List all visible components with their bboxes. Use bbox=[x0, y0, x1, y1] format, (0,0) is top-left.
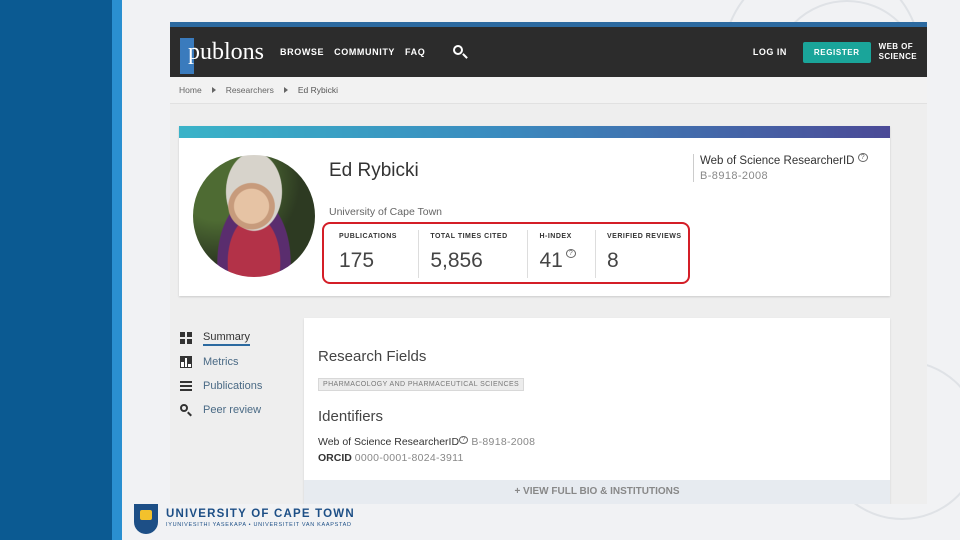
stat-h-index[interactable]: H-INDEX 41? bbox=[528, 230, 596, 278]
search-icon[interactable] bbox=[451, 43, 469, 61]
bar-chart-icon bbox=[180, 356, 192, 368]
avatar bbox=[193, 155, 315, 277]
browser-screenshot: publons BROWSE COMMUNITY FAQ LOG IN REGI… bbox=[170, 22, 927, 504]
sidenav-publications[interactable]: Publications bbox=[180, 374, 262, 398]
help-icon[interactable]: ? bbox=[565, 249, 576, 258]
breadcrumb-home[interactable]: Home bbox=[179, 85, 202, 95]
profile-card: Ed Rybicki University of Cape Town Web o… bbox=[179, 126, 890, 296]
breadcrumb-researchers[interactable]: Researchers bbox=[226, 85, 274, 95]
stat-verified-reviews[interactable]: VERIFIED REVIEWS 8 bbox=[596, 230, 688, 278]
stat-value: 5,856 bbox=[430, 249, 483, 272]
affiliation-link[interactable]: University of Cape Town bbox=[329, 206, 442, 218]
orcid-row: ORCID 0000-0001-8024-3911 bbox=[318, 452, 464, 464]
profile-gradient-bar bbox=[179, 126, 890, 138]
wos-line-1: WEB OF bbox=[878, 42, 914, 51]
stat-value: 175 bbox=[339, 249, 375, 272]
slide-accent-stripe bbox=[112, 0, 122, 540]
sidenav-metrics[interactable]: Metrics bbox=[180, 350, 262, 374]
nav-faq[interactable]: FAQ bbox=[405, 47, 425, 57]
details-card: Research Fields PHARMACOLOGY AND PHARMAC… bbox=[304, 318, 890, 504]
wos-id-label: Web of Science ResearcherID bbox=[318, 436, 460, 448]
research-fields-title: Research Fields bbox=[318, 348, 427, 365]
logo-text: publons bbox=[188, 38, 265, 65]
wos-line-2: SCIENCE bbox=[878, 52, 917, 61]
institution-tagline: IYUNIVESITHI YASEKAPA • UNIVERSITEIT VAN… bbox=[166, 522, 352, 528]
sidenav-summary[interactable]: Summary bbox=[180, 326, 262, 350]
sidenav-label: Summary bbox=[203, 331, 251, 346]
orcid-value[interactable]: 0000-0001-8024-3911 bbox=[355, 452, 464, 464]
register-button[interactable]: REGISTER bbox=[802, 41, 871, 63]
login-link[interactable]: LOG IN bbox=[753, 47, 787, 57]
researcher-name: Ed Rybicki bbox=[329, 160, 419, 181]
publons-logo[interactable]: publons bbox=[180, 34, 265, 74]
sidenav-label: Peer review bbox=[203, 404, 262, 416]
orcid-label: ORCID bbox=[318, 452, 352, 464]
help-icon[interactable]: ? bbox=[857, 153, 868, 162]
stat-value: 41? bbox=[539, 249, 585, 273]
nav-community[interactable]: COMMUNITY bbox=[334, 47, 395, 57]
stat-times-cited[interactable]: TOTAL TIMES CITED 5,856 bbox=[419, 230, 529, 278]
stat-label: PUBLICATIONS bbox=[339, 233, 397, 240]
view-full-bio-button[interactable]: + VIEW FULL BIO & INSTITUTIONS bbox=[304, 480, 890, 504]
slide-side-band bbox=[0, 0, 112, 540]
web-of-science-link[interactable]: WEB OF SCIENCE bbox=[879, 42, 917, 62]
researcher-id-value: B-8918-2008 bbox=[700, 169, 769, 182]
research-field-tag[interactable]: PHARMACOLOGY AND PHARMACEUTICAL SCIENCES bbox=[318, 378, 525, 391]
sidenav-label: Metrics bbox=[203, 356, 239, 368]
help-icon[interactable]: ? bbox=[459, 435, 469, 444]
top-navbar: publons BROWSE COMMUNITY FAQ LOG IN REGI… bbox=[170, 27, 927, 77]
chevron-right-icon bbox=[211, 87, 216, 93]
sidenav-peer-review[interactable]: Peer review bbox=[180, 398, 262, 422]
stat-label: VERIFIED REVIEWS bbox=[607, 233, 682, 240]
wos-id-value: B-8918-2008 bbox=[471, 436, 536, 448]
grid-icon bbox=[180, 332, 192, 344]
sidenav-label: Publications bbox=[203, 380, 263, 392]
researcher-id-label: Web of Science ResearcherID ? bbox=[700, 153, 868, 167]
breadcrumb-current: Ed Rybicki bbox=[297, 85, 339, 95]
chevron-right-icon bbox=[283, 87, 288, 93]
wos-id-row: Web of Science ResearcherID? B-8918-2008 bbox=[318, 435, 536, 448]
stat-label: H-INDEX bbox=[539, 233, 572, 240]
stat-publications[interactable]: PUBLICATIONS 175 bbox=[328, 230, 420, 278]
profile-sidenav: Summary Metrics Publications Peer review bbox=[180, 326, 262, 422]
h-index-number: 41 bbox=[539, 249, 563, 272]
stat-value: 8 bbox=[607, 249, 619, 272]
identifiers-title: Identifiers bbox=[318, 408, 384, 425]
researcher-id-label-text: Web of Science ResearcherID bbox=[700, 154, 855, 167]
nav-browse[interactable]: BROWSE bbox=[280, 47, 324, 57]
search-icon bbox=[180, 404, 192, 417]
list-icon bbox=[180, 380, 192, 392]
stat-label: TOTAL TIMES CITED bbox=[430, 233, 508, 240]
breadcrumb: Home Researchers Ed Rybicki bbox=[170, 77, 927, 104]
researcher-id-block: Web of Science ResearcherID ? B-8918-200… bbox=[693, 153, 868, 182]
institution-name: UNIVERSITY OF CAPE TOWN bbox=[166, 508, 355, 520]
metrics-highlight-box: PUBLICATIONS 175 TOTAL TIMES CITED 5,856… bbox=[322, 222, 690, 284]
uct-crest-logo bbox=[134, 504, 158, 534]
